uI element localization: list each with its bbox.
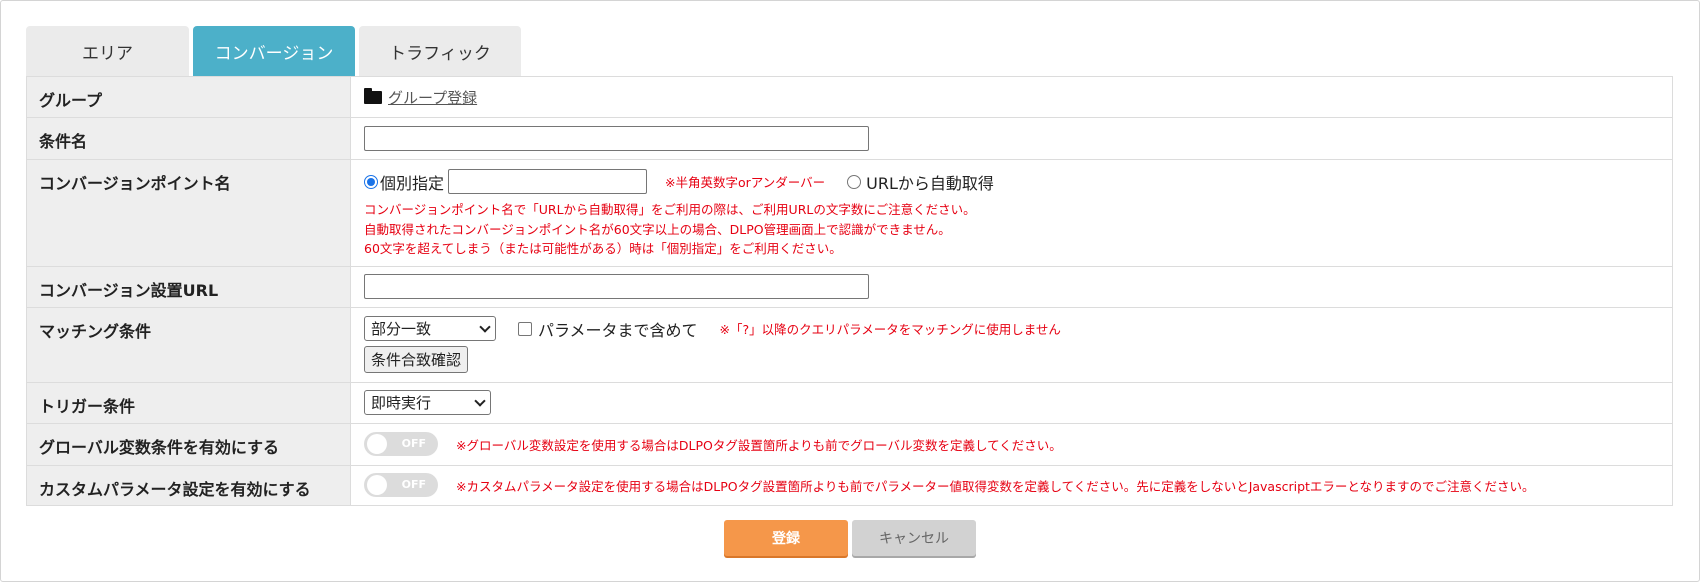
condition-name-input[interactable] bbox=[364, 126, 869, 151]
row-global-var: グローバル変数条件を有効にする OFF ※グローバル変数設定を使用する場合はDL… bbox=[26, 423, 1673, 466]
trigger-select-value: 即時実行 bbox=[371, 394, 432, 412]
chevron-down-icon bbox=[474, 394, 486, 407]
submit-button[interactable]: 登録 bbox=[724, 520, 848, 556]
conversion-form-table: グループ グループ登録 条件名 コンバージョンポイント名 個別指定 ※半角英数字… bbox=[26, 76, 1673, 506]
row-condition-name: 条件名 bbox=[26, 117, 1673, 160]
folder-icon bbox=[364, 88, 382, 104]
note-line-3: 60文字を超えてしまう（または可能性がある）時は「個別指定」をご利用ください。 bbox=[364, 241, 842, 256]
form-footer: 登録 キャンセル bbox=[0, 520, 1700, 558]
note-line-2: 自動取得されたコンバージョンポイント名が60文字以上の場合、DLPO管理画面上で… bbox=[364, 221, 951, 237]
custom-param-toggle[interactable]: OFF bbox=[364, 473, 438, 497]
tab-bar: エリア コンバージョン トラフィック bbox=[26, 26, 521, 76]
global-var-note: ※グローバル変数設定を使用する場合はDLPOタグ設置箇所よりも前でグローバル変数… bbox=[456, 437, 1062, 453]
label-global-var: グローバル変数条件を有効にする bbox=[26, 423, 351, 466]
trigger-select[interactable]: 即時実行 bbox=[364, 390, 491, 415]
tab-traffic[interactable]: トラフィック bbox=[359, 26, 521, 76]
conversion-url-input[interactable] bbox=[364, 274, 869, 299]
row-group: グループ グループ登録 bbox=[26, 76, 1673, 118]
toggle-knob bbox=[367, 475, 387, 495]
radio-auto-label: URLから自動取得 bbox=[866, 173, 994, 193]
conversion-point-notes: コンバージョンポイント名で「URLから自動取得」をご利用の際は、ご利用URLの文… bbox=[364, 200, 1672, 259]
label-conversion-point: コンバージョンポイント名 bbox=[26, 159, 351, 267]
global-var-toggle[interactable]: OFF bbox=[364, 432, 438, 456]
conversion-point-hint: ※半角英数字orアンダーバー bbox=[665, 175, 826, 190]
include-params-checkbox[interactable] bbox=[518, 321, 532, 336]
matching-select-value: 部分一致 bbox=[371, 320, 432, 338]
include-params-label: パラメータまで含めて bbox=[538, 320, 698, 340]
group-register-link-text: グループ登録 bbox=[388, 89, 478, 107]
group-register-link[interactable]: グループ登録 bbox=[364, 87, 1672, 108]
conversion-point-input[interactable] bbox=[448, 169, 648, 194]
toggle-knob bbox=[367, 434, 387, 454]
matching-select[interactable]: 部分一致 bbox=[364, 316, 496, 341]
note-line-1: コンバージョンポイント名で「URLから自動取得」をご利用の際は、ご利用URLの文… bbox=[364, 202, 976, 217]
toggle-state: OFF bbox=[401, 437, 426, 450]
label-trigger: トリガー条件 bbox=[26, 382, 351, 424]
chevron-down-icon bbox=[479, 320, 491, 333]
label-matching: マッチング条件 bbox=[26, 307, 351, 383]
toggle-state: OFF bbox=[401, 478, 426, 491]
confirm-match-button[interactable]: 条件合致確認 bbox=[364, 346, 469, 373]
row-custom-param: カスタムパラメータ設定を有効にする OFF ※カスタムパラメータ設定を使用する場… bbox=[26, 465, 1673, 506]
radio-individual[interactable] bbox=[364, 174, 378, 189]
tab-area[interactable]: エリア bbox=[26, 26, 189, 76]
row-matching: マッチング条件 部分一致 パラメータまで含めて ※「?」以降のクエリパラメータを… bbox=[26, 307, 1673, 383]
custom-param-note: ※カスタムパラメータ設定を使用する場合はDLPOタグ設置箇所よりも前でパラメータ… bbox=[456, 478, 1535, 494]
radio-auto[interactable] bbox=[847, 174, 862, 189]
matching-note: ※「?」以降のクエリパラメータをマッチングに使用しません bbox=[719, 322, 1061, 337]
row-conversion-url: コンバージョン設置URL bbox=[26, 266, 1673, 308]
label-custom-param: カスタムパラメータ設定を有効にする bbox=[26, 465, 351, 506]
tab-conversion[interactable]: コンバージョン bbox=[193, 26, 355, 76]
row-trigger: トリガー条件 即時実行 bbox=[26, 382, 1673, 424]
label-conversion-url: コンバージョン設置URL bbox=[26, 266, 351, 308]
row-conversion-point: コンバージョンポイント名 個別指定 ※半角英数字orアンダーバー URLから自動… bbox=[26, 159, 1673, 267]
radio-individual-label: 個別指定 bbox=[380, 173, 445, 193]
label-group: グループ bbox=[26, 76, 351, 118]
cancel-button[interactable]: キャンセル bbox=[852, 520, 976, 556]
label-condition-name: 条件名 bbox=[26, 117, 351, 160]
